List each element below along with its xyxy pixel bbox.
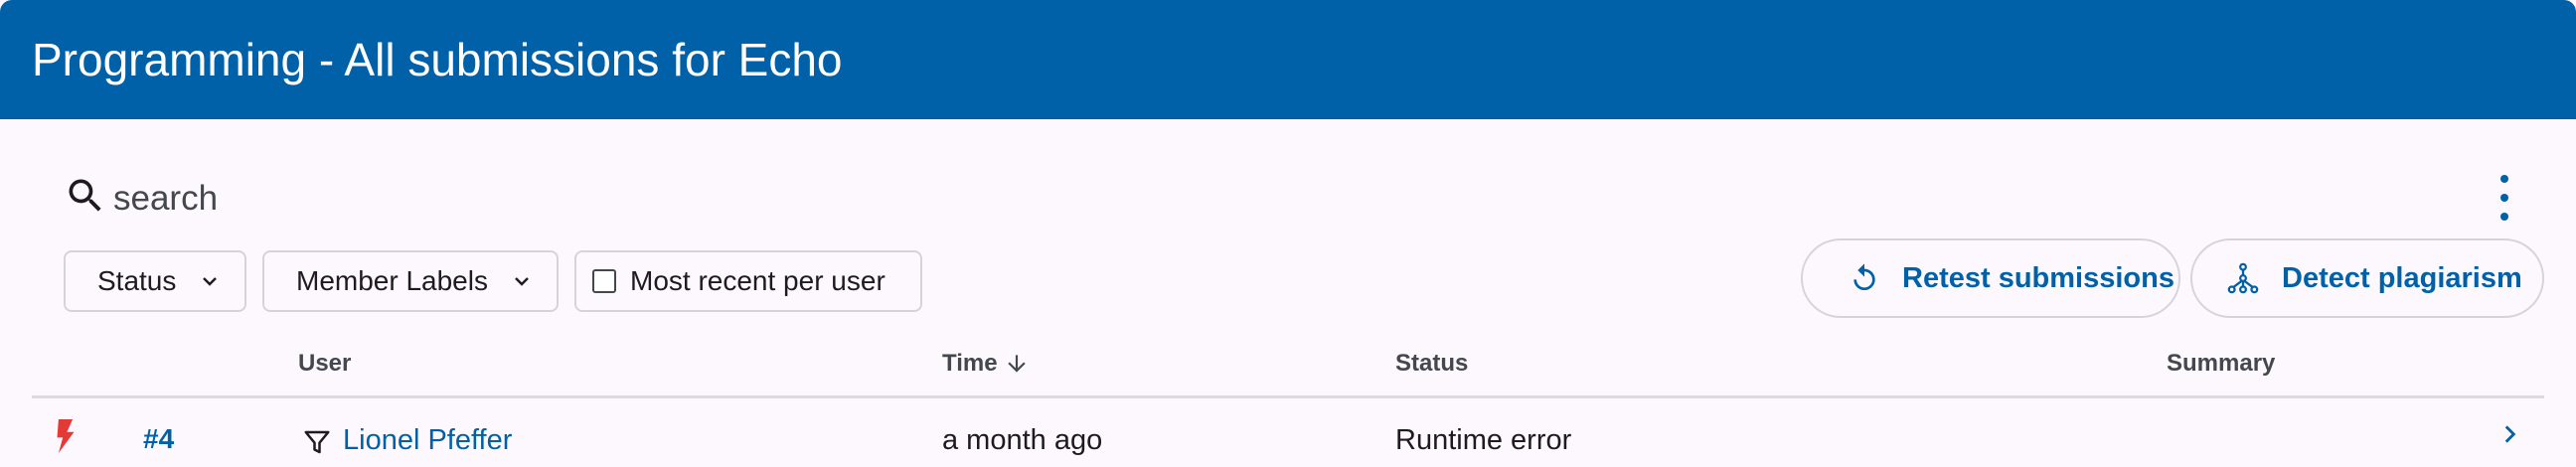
retest-submissions-button[interactable]: Retest submissions — [1801, 238, 2180, 318]
search-bar — [64, 174, 710, 223]
member-labels-filter-dropdown[interactable]: Member Labels — [262, 250, 559, 312]
column-header-user[interactable]: User — [298, 350, 351, 378]
search-input[interactable] — [113, 178, 710, 219]
bolt-icon — [55, 419, 77, 458]
chevron-down-icon — [198, 269, 222, 293]
status-filter-label: Status — [97, 265, 177, 296]
submission-time: a month ago — [942, 424, 1103, 456]
most-recent-label: Most recent per user — [630, 265, 886, 296]
most-recent-checkbox[interactable] — [592, 269, 616, 293]
retest-submissions-label: Retest submissions — [1902, 261, 2174, 294]
graph-icon — [2227, 262, 2259, 294]
most-recent-per-user-toggle[interactable]: Most recent per user — [574, 250, 922, 312]
refresh-icon — [1853, 263, 1875, 290]
arrow-down-icon — [1007, 355, 1026, 373]
column-header-summary[interactable]: Summary — [2167, 350, 2275, 378]
more-options-icon[interactable] — [2487, 175, 2522, 221]
detect-plagiarism-label: Detect plagiarism — [2282, 261, 2522, 294]
page-title: Programming - All submissions for Echo — [32, 34, 843, 85]
page-header: Programming - All submissions for Echo — [0, 0, 2576, 119]
column-header-time-label: Time — [942, 350, 998, 377]
column-header-status[interactable]: Status — [1395, 350, 1468, 378]
detect-plagiarism-button[interactable]: Detect plagiarism — [2190, 238, 2544, 318]
user-link[interactable]: Lionel Pfeffer — [343, 424, 512, 457]
search-icon — [64, 174, 107, 223]
filter-icon[interactable] — [302, 427, 332, 462]
table-row[interactable]: #4 Lionel Pfeffer a month ago Runtime er… — [0, 397, 2576, 467]
submission-status: Runtime error — [1395, 424, 1572, 456]
submission-id-link[interactable]: #4 — [143, 423, 174, 455]
member-labels-filter-label: Member Labels — [296, 265, 488, 296]
chevron-down-icon — [510, 269, 534, 293]
status-filter-dropdown[interactable]: Status — [64, 250, 246, 312]
chevron-right-icon[interactable] — [2496, 421, 2522, 452]
column-header-time[interactable]: Time — [942, 350, 1030, 378]
